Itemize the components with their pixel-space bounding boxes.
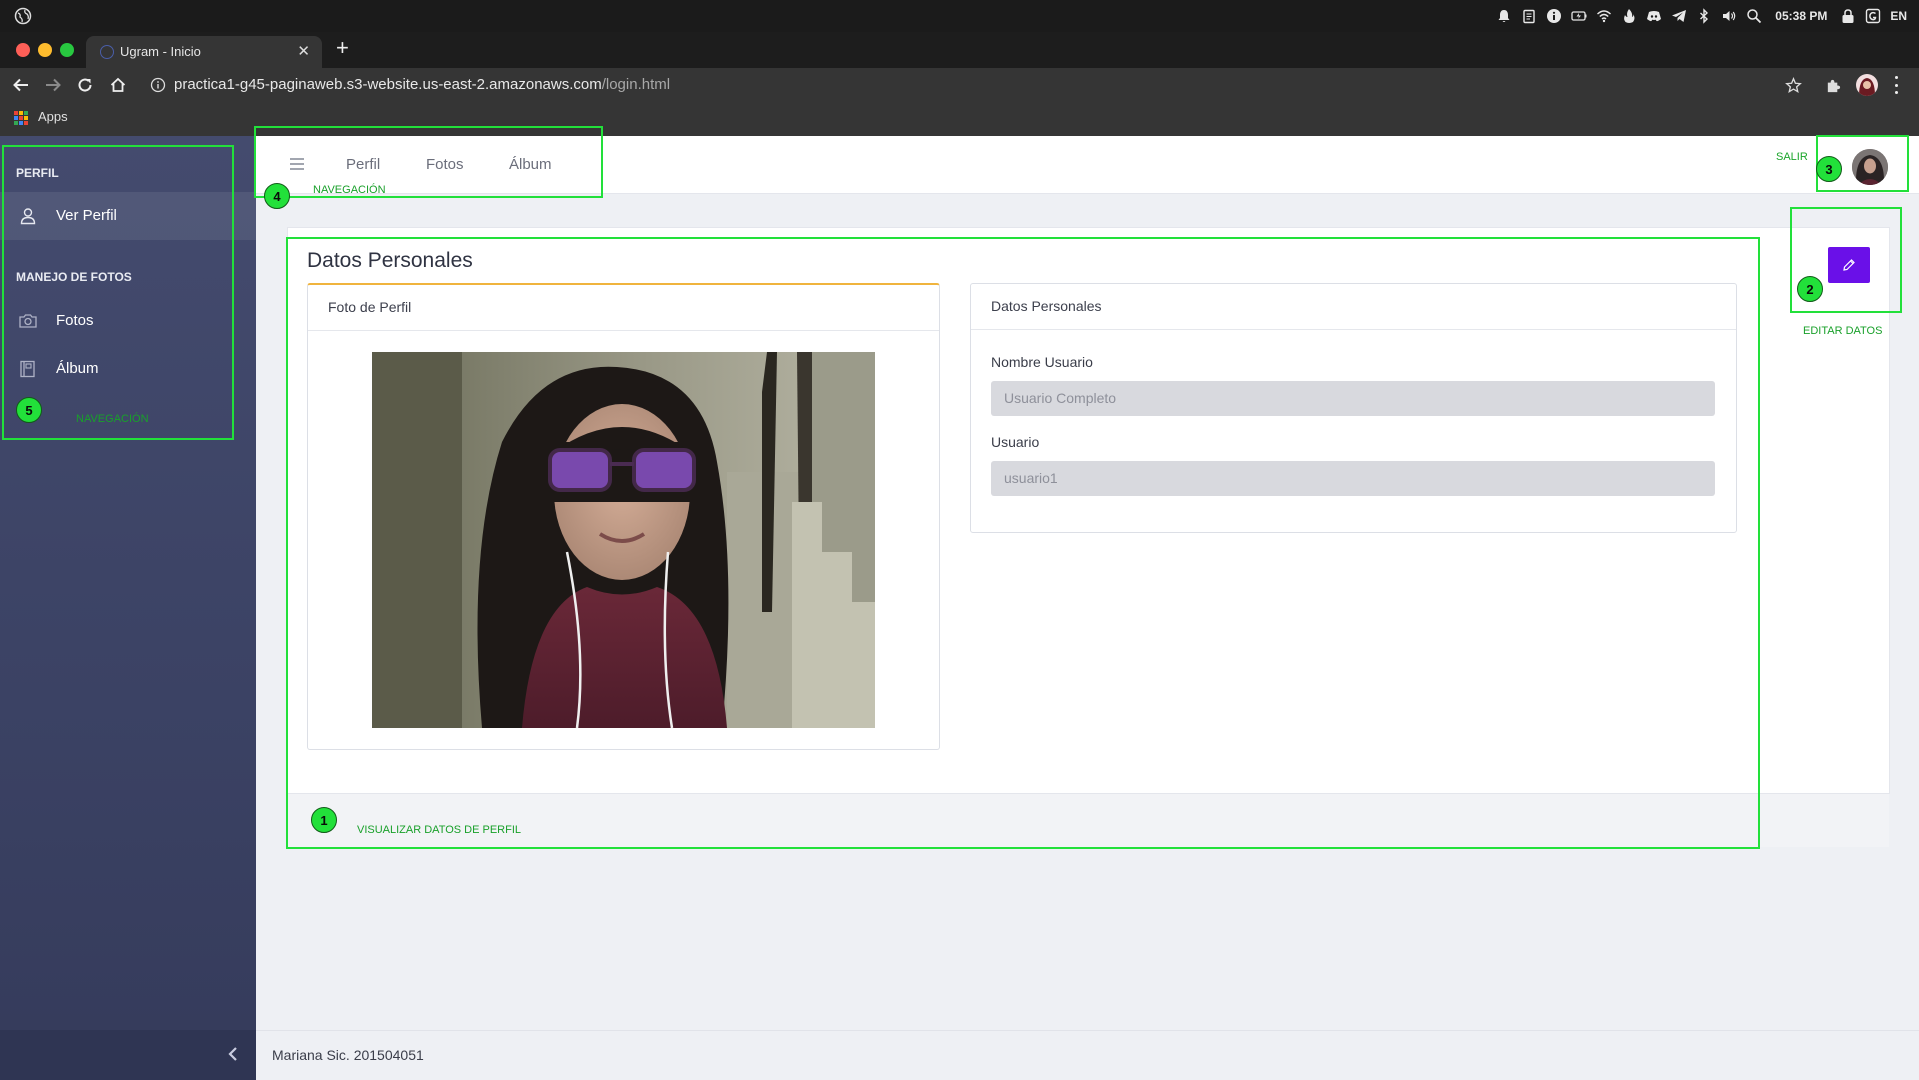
flame-icon[interactable] (1621, 8, 1637, 24)
url-path: /login.html (601, 76, 671, 93)
nav-link-profile[interactable]: Perfil (346, 156, 380, 173)
sidebar-item-photos[interactable]: Fotos (0, 297, 256, 345)
url-host: practica1-g45-paginaweb.s3-website.us-ea… (174, 76, 602, 93)
annotation-badge-1: 1 (311, 807, 337, 833)
reload-icon (78, 78, 92, 92)
footer-credits: Mariana Sic. 201504051 (272, 1047, 424, 1063)
avatar-photo (1852, 149, 1888, 185)
browser-tab-strip: Ugram - Inicio ✕ (0, 32, 1919, 68)
star-icon[interactable] (1785, 77, 1802, 94)
telegram-icon[interactable] (1671, 8, 1687, 24)
nav-link-album[interactable]: Álbum (509, 156, 552, 173)
panel-title: Datos Personales (971, 284, 1736, 330)
hamburger-menu-icon[interactable] (288, 156, 306, 172)
bluetooth-icon[interactable] (1696, 8, 1712, 24)
profile-avatar-browser[interactable] (1856, 74, 1878, 96)
info-icon[interactable] (1546, 8, 1562, 24)
clipboard-icon[interactable] (1521, 8, 1537, 24)
edit-profile-button[interactable] (1828, 247, 1870, 283)
profile-photo-image (372, 352, 875, 728)
system-tray: 05:38 PM EN (1496, 0, 1907, 32)
volume-icon[interactable] (1721, 8, 1737, 24)
clock[interactable]: 05:38 PM (1775, 9, 1827, 23)
user-icon (20, 208, 36, 225)
sidebar-item-album[interactable]: Álbum (0, 345, 256, 393)
app-icon[interactable] (1865, 8, 1881, 24)
language-indicator[interactable]: EN (1890, 9, 1907, 23)
annotation-label-1: VISUALIZAR DATOS DE PERFIL (357, 824, 522, 836)
username-label: Usuario (991, 434, 1040, 450)
address-bar[interactable]: practica1-g45-paginaweb.s3-website.us-ea… (174, 76, 670, 93)
bookmarks-bar (0, 102, 1919, 136)
apps-bookmark[interactable]: Apps (38, 109, 68, 124)
chevron-left-icon[interactable] (226, 1045, 240, 1063)
annotation-label-5: NAVEGACIÓN (76, 413, 149, 425)
annotation-badge-4: 4 (264, 183, 290, 209)
top-navbar (256, 136, 1919, 194)
sidebar-section-photos: MANEJO DE FOTOS (16, 270, 132, 284)
sidebar-item-view-profile[interactable]: Ver Perfil (0, 192, 256, 240)
forward-button[interactable] (42, 74, 64, 96)
sidebar-item-label: Álbum (56, 360, 99, 377)
profile-photo (372, 352, 875, 728)
new-tab-button[interactable]: + (336, 36, 349, 60)
sidebar-section-profile: PERFIL (16, 166, 59, 180)
bell-icon[interactable] (1496, 8, 1512, 24)
album-icon (20, 360, 35, 378)
logout-link[interactable]: SALIR (1776, 151, 1808, 163)
full-name-label: Nombre Usuario (991, 354, 1093, 370)
annotation-badge-2: 2 (1797, 276, 1823, 302)
globe-icon[interactable] (14, 7, 32, 25)
page-title: Datos Personales (307, 249, 473, 272)
tab-title: Ugram - Inicio (120, 44, 201, 59)
extensions-icon[interactable] (1825, 77, 1842, 94)
camera-icon (19, 314, 37, 328)
annotation-label-4: NAVEGACIÓN (313, 184, 386, 196)
maximize-window-button[interactable] (60, 43, 74, 57)
annotation-label-2: EDITAR DATOS (1803, 325, 1883, 337)
home-icon (110, 77, 126, 92)
annotation-badge-5: 5 (16, 397, 42, 423)
full-name-field[interactable]: Usuario Completo (991, 381, 1715, 416)
back-button[interactable] (10, 74, 32, 96)
username-field[interactable]: usuario1 (991, 461, 1715, 496)
home-button[interactable] (107, 74, 129, 96)
arrow-right-icon (46, 78, 61, 92)
favicon-icon (100, 45, 114, 59)
sidebar-item-label: Fotos (56, 312, 94, 329)
user-avatar[interactable] (1852, 149, 1888, 185)
browser-tab[interactable]: Ugram - Inicio ✕ (86, 36, 322, 68)
pencil-icon (1843, 259, 1855, 271)
arrow-left-icon (13, 78, 28, 92)
minimize-window-button[interactable] (38, 43, 52, 57)
lock-icon[interactable] (1840, 8, 1856, 24)
nav-link-photos[interactable]: Fotos (426, 156, 464, 173)
search-icon[interactable] (1746, 8, 1762, 24)
browser-toolbar: practica1-g45-paginaweb.s3-website.us-ea… (0, 68, 1919, 102)
discord-icon[interactable] (1646, 8, 1662, 24)
panel-title: Foto de Perfil (308, 285, 939, 331)
site-info-icon[interactable] (150, 77, 166, 93)
wifi-icon[interactable] (1596, 8, 1612, 24)
profile-photo-icon (1859, 78, 1875, 96)
reload-button[interactable] (74, 74, 96, 96)
sidebar-item-label: Ver Perfil (56, 207, 117, 224)
sidebar-footer (0, 1030, 256, 1080)
page-footer (256, 1030, 1919, 1080)
close-window-button[interactable] (16, 43, 30, 57)
os-top-bar: 05:38 PM EN (0, 0, 1919, 32)
annotation-badge-3: 3 (1816, 156, 1842, 182)
battery-icon[interactable] (1571, 8, 1587, 24)
close-tab-icon[interactable]: ✕ (297, 42, 310, 60)
apps-grid-icon[interactable] (14, 111, 28, 125)
profile-card-footer (288, 794, 1889, 847)
menu-kebab-icon[interactable] (1893, 76, 1899, 94)
